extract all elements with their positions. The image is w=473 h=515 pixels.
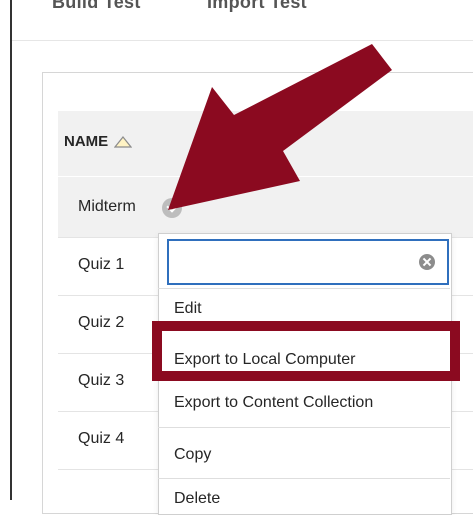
build-test-button[interactable]: Build Test xyxy=(52,0,141,13)
window-edge xyxy=(10,0,12,500)
name-column-header[interactable]: NAME xyxy=(64,133,133,150)
clear-search-icon[interactable] xyxy=(419,254,435,270)
menu-item-export-content-collection[interactable]: Export to Content Collection xyxy=(174,394,373,412)
table-row-quiz-2[interactable]: Quiz 2 xyxy=(78,314,124,332)
import-test-button[interactable]: Import Test xyxy=(207,0,307,13)
menu-search-input[interactable] xyxy=(167,239,449,285)
table-row-quiz-1[interactable]: Quiz 1 xyxy=(78,256,124,274)
table-row-quiz-4[interactable]: Quiz 4 xyxy=(78,430,124,448)
table-row-quiz-3[interactable]: Quiz 3 xyxy=(78,372,124,390)
toolbar: Build Test Import Test xyxy=(12,0,473,41)
sort-ascending-icon[interactable] xyxy=(114,135,133,148)
table-row-midterm[interactable]: Midterm xyxy=(78,198,136,216)
name-column-label: NAME xyxy=(64,133,109,150)
menu-divider xyxy=(158,427,450,428)
menu-item-edit[interactable]: Edit xyxy=(174,300,202,318)
menu-item-copy[interactable]: Copy xyxy=(174,446,211,464)
menu-divider xyxy=(158,288,450,289)
chevron-down-icon[interactable] xyxy=(162,198,182,218)
menu-divider xyxy=(158,478,450,479)
menu-item-delete[interactable]: Delete xyxy=(174,490,220,508)
annotation-highlight-box xyxy=(152,321,460,381)
